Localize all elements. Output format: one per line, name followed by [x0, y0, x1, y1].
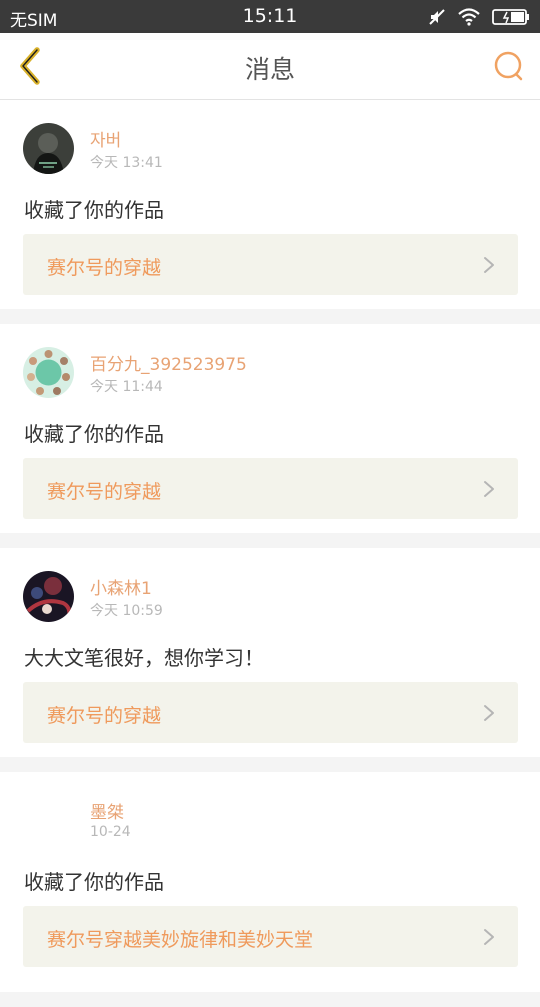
work-title: 赛尔号的穿越 — [47, 257, 162, 279]
chevron-right-icon — [484, 929, 494, 945]
mute-icon — [429, 9, 445, 25]
message-list[interactable]: 자버 今天 13:41 收藏了你的作品 赛尔号的穿越 百分九_392523975… — [0, 100, 540, 1007]
username[interactable]: 자버 — [90, 126, 121, 151]
wifi-icon — [458, 8, 480, 26]
chevron-right-icon — [484, 481, 494, 497]
back-chevron-icon — [20, 47, 40, 85]
page-title: 消息 — [244, 55, 295, 84]
avatar[interactable] — [23, 571, 74, 622]
search-button[interactable] — [488, 45, 530, 87]
chevron-right-icon — [484, 705, 494, 721]
message-time: 10-24 — [90, 824, 131, 840]
message-time: 今天 13:41 — [90, 155, 163, 171]
message-text: 收藏了你的作品 — [24, 870, 164, 894]
nav-bar: 消息 — [0, 33, 540, 100]
message-text: 大大文笔很好，想你学习！ — [24, 646, 264, 670]
message-time: 今天 10:59 — [90, 603, 163, 619]
message-card: 小森林1 今天 10:59 大大文笔很好，想你学习！ 赛尔号的穿越 — [0, 548, 540, 757]
avatar[interactable] — [23, 123, 74, 174]
work-link[interactable]: 赛尔号的穿越 — [23, 682, 518, 743]
search-icon — [494, 51, 523, 81]
battery-icon — [492, 9, 529, 25]
chevron-right-icon — [484, 257, 494, 273]
avatar[interactable] — [23, 795, 74, 846]
status-icons — [428, 7, 530, 27]
work-link[interactable]: 赛尔号穿越美妙旋律和美妙天堂 — [23, 906, 518, 967]
back-button[interactable] — [8, 43, 52, 89]
message-text: 收藏了你的作品 — [24, 198, 164, 222]
work-title: 赛尔号的穿越 — [47, 705, 162, 727]
username[interactable]: 百分九_392523975 — [90, 350, 247, 375]
username[interactable]: 小森林1 — [90, 574, 152, 599]
username[interactable]: 墨桀 — [90, 798, 124, 823]
message-card: 百分九_392523975 今天 11:44 收藏了你的作品 赛尔号的穿越 — [0, 324, 540, 533]
work-link[interactable]: 赛尔号的穿越 — [23, 458, 518, 519]
work-title: 赛尔号穿越美妙旋律和美妙天堂 — [47, 929, 314, 951]
message-time: 今天 11:44 — [90, 379, 163, 395]
status-bar: 无SIM 15:11 — [0, 0, 540, 33]
work-link[interactable]: 赛尔号的穿越 — [23, 234, 518, 295]
work-title: 赛尔号的穿越 — [47, 481, 162, 503]
avatar[interactable] — [23, 347, 74, 398]
message-text: 收藏了你的作品 — [24, 422, 164, 446]
message-card: 墨桀 10-24 收藏了你的作品 赛尔号穿越美妙旋律和美妙天堂 — [0, 772, 540, 992]
message-card: 자버 今天 13:41 收藏了你的作品 赛尔号的穿越 — [0, 100, 540, 309]
